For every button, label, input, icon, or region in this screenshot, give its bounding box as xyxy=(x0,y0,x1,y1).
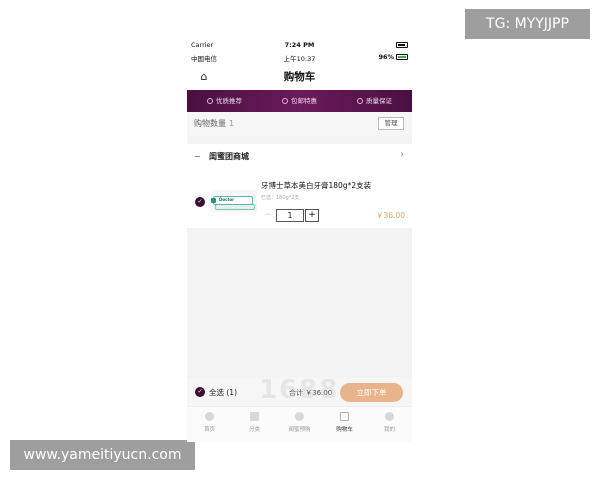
shop-header[interactable]: 闺蜜团商城 › xyxy=(187,144,412,170)
promo-item: 包邮特惠 xyxy=(262,90,337,112)
cart-count-number: 1 xyxy=(229,119,235,128)
shop-checkbox[interactable] xyxy=(195,156,200,157)
watermark-bottom-left: www.yameitiyucn.com xyxy=(10,440,195,470)
cart-count-label: 购物数量 1 xyxy=(194,118,234,129)
select-all-label[interactable]: 全选 (1) xyxy=(209,387,237,398)
nav-bar: ⌂ 购物车 xyxy=(187,64,412,90)
cart-icon xyxy=(340,412,349,421)
quantity-increase-button[interactable]: + xyxy=(305,209,319,222)
promo-label: 质量保证 xyxy=(366,97,392,105)
tab-label: 闺蜜预购 xyxy=(288,427,311,433)
product-price: ￥36.00 xyxy=(376,211,405,220)
cart-count-bar: 购物数量 1 管理 xyxy=(187,112,412,136)
status-bar-secondary: 中国电信 上午10:37 96% xyxy=(187,52,412,64)
product-cap xyxy=(211,198,216,203)
promo-item: 质量保证 xyxy=(337,90,412,112)
tab-label: 分类 xyxy=(248,427,260,433)
promo-label: 包邮特惠 xyxy=(291,97,317,105)
tab-presale[interactable]: 闺蜜预购 xyxy=(277,407,322,442)
check-circle-icon xyxy=(282,98,288,104)
chevron-right-icon[interactable]: › xyxy=(400,150,404,160)
promo-item: 优质推荐 xyxy=(187,90,262,112)
check-circle-icon xyxy=(357,98,363,104)
tab-label: 我的 xyxy=(383,427,395,433)
product-image[interactable]: Doctor xyxy=(211,190,257,212)
tab-bar: 首页 分类 闺蜜预购 购物车 我的 xyxy=(187,406,412,442)
order-button[interactable]: 立即下单 xyxy=(340,383,403,402)
user-icon xyxy=(385,412,394,421)
tab-profile[interactable]: 我的 xyxy=(367,407,412,442)
item-checkbox[interactable]: ✓ xyxy=(195,197,205,207)
quantity-decrease-button[interactable]: − xyxy=(261,209,275,222)
overlay-watermark: 1688 xyxy=(259,375,340,405)
status-bar: Carrier 7:24 PM xyxy=(187,38,412,52)
battery-percent: 96% xyxy=(378,53,394,61)
tab-home[interactable]: 首页 xyxy=(187,407,232,442)
quantity-field[interactable]: 1 xyxy=(276,209,304,222)
presale-icon xyxy=(295,412,304,421)
check-circle-icon xyxy=(207,98,213,104)
tab-category[interactable]: 分类 xyxy=(232,407,277,442)
tab-label: 首页 xyxy=(203,427,215,433)
cart-item: ✓ Doctor 牙博士草本美白牙膏180g*2支装 已选：180g*2支 − … xyxy=(187,170,412,228)
battery-icon xyxy=(396,42,408,48)
product-brand: Doctor xyxy=(219,197,235,202)
grid-icon xyxy=(250,412,259,421)
product-name[interactable]: 牙博士草本美白牙膏180g*2支装 xyxy=(261,180,371,191)
tab-label: 购物车 xyxy=(336,427,353,433)
watermark-top-right: TG: MYYJJPP xyxy=(465,9,590,39)
cart-count-text: 购物数量 xyxy=(194,119,226,128)
battery-charging-icon xyxy=(396,54,408,60)
page-title: 购物车 xyxy=(283,71,316,83)
clock: 7:24 PM xyxy=(284,41,315,49)
home-icon xyxy=(205,412,214,421)
promo-label: 优质推荐 xyxy=(216,97,242,105)
manage-button[interactable]: 管理 xyxy=(378,117,404,130)
product-spec: 已选：180g*2支 xyxy=(261,195,300,201)
phone-screen: Carrier 7:24 PM 中国电信 上午10:37 96% ⌂ 购物车 优… xyxy=(187,38,412,442)
select-all-checkbox[interactable]: ✓ xyxy=(195,387,205,397)
tab-cart[interactable]: 购物车 xyxy=(322,407,367,442)
shop-name: 闺蜜团商城 xyxy=(209,152,249,161)
promo-strip: 优质推荐 包邮特惠 质量保证 xyxy=(187,90,412,112)
